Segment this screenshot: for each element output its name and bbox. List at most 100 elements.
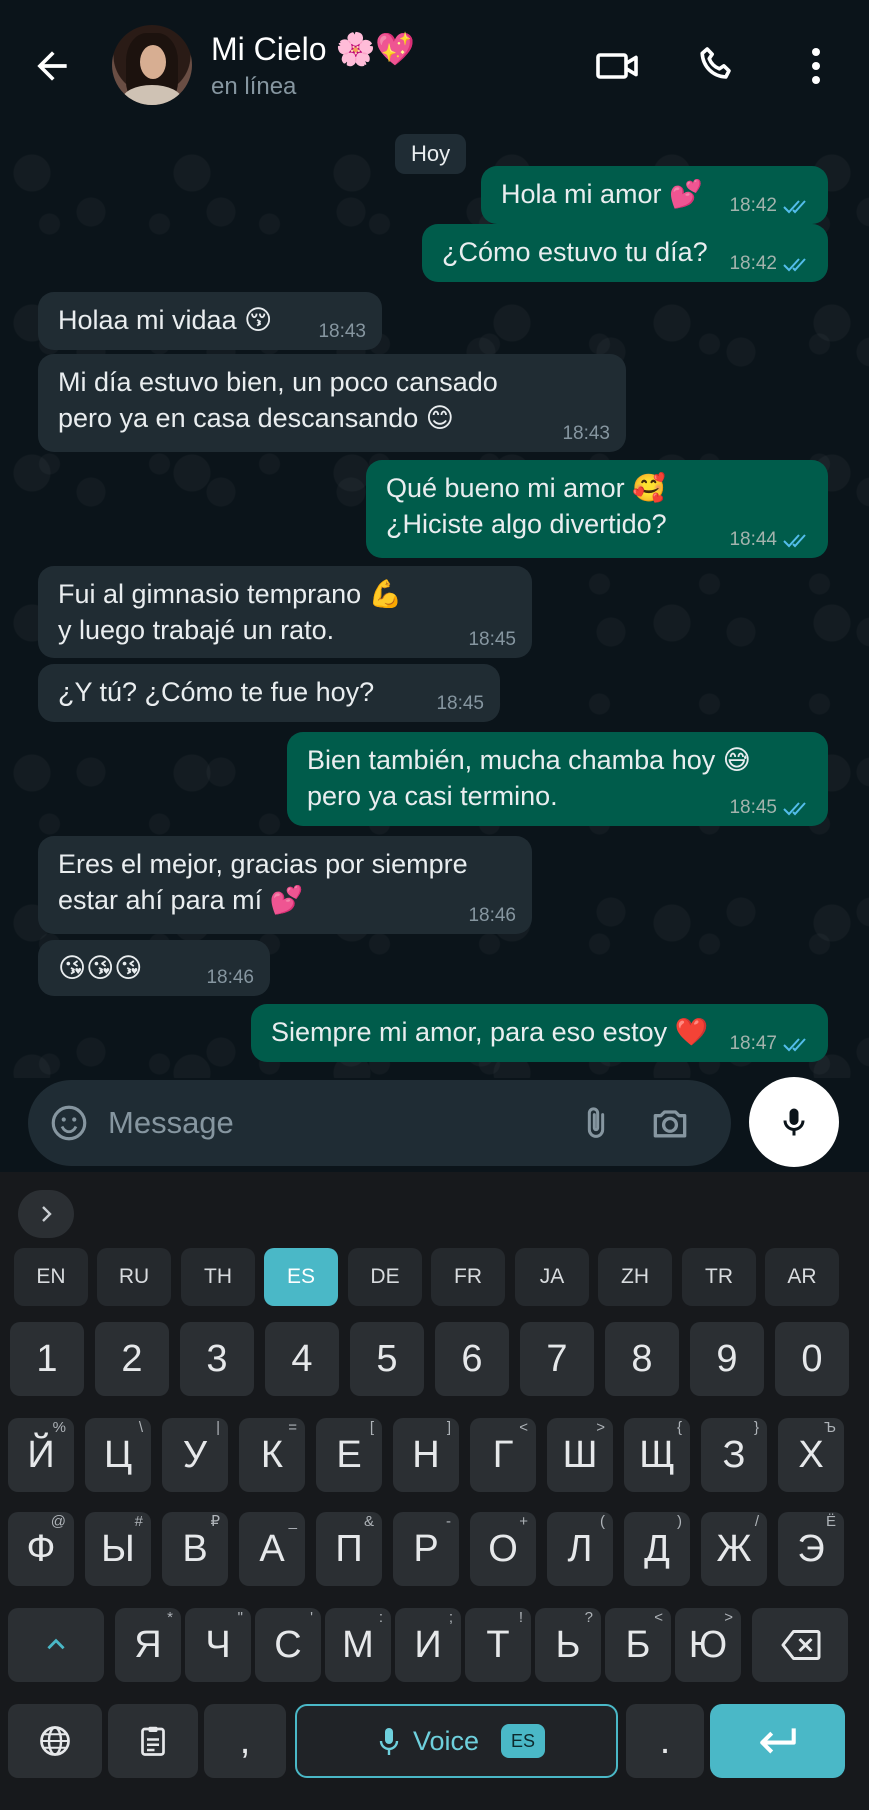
letter-key[interactable]: И; xyxy=(395,1608,461,1682)
letter-key[interactable]: З} xyxy=(701,1418,767,1492)
voice-input-key[interactable]: Voice ES xyxy=(295,1704,618,1778)
backspace-icon xyxy=(781,1630,821,1660)
message-bubble-in[interactable]: Holaa mi vidaa 😚 18:43 xyxy=(38,292,382,350)
letter-key[interactable]: Ю > xyxy=(675,1608,741,1682)
date-chip: Hoy xyxy=(395,134,467,174)
letter-key[interactable]: С ' xyxy=(255,1608,321,1682)
message-list[interactable]: Hoy Hola mi amor 💕 18:42 ¿Cómo estuvo tu… xyxy=(0,128,869,1078)
voice-label: Voice xyxy=(413,1726,480,1756)
toolbar-expand-button[interactable] xyxy=(18,1190,74,1238)
lang-key[interactable]: RU xyxy=(97,1248,171,1306)
back-arrow-icon[interactable] xyxy=(30,44,74,88)
lang-key-active[interactable]: ES xyxy=(264,1248,338,1306)
letter-key[interactable]: Т! xyxy=(465,1608,531,1682)
lang-key[interactable]: EN xyxy=(14,1248,88,1306)
key-4[interactable]: 4 xyxy=(265,1322,339,1396)
key-6[interactable]: 6 xyxy=(435,1322,509,1396)
lang-key[interactable]: TH xyxy=(181,1248,255,1306)
message-input[interactable]: Message xyxy=(108,1105,234,1141)
letter-key[interactable]: Е[ xyxy=(316,1418,382,1492)
letter-key[interactable]: Ц \ xyxy=(85,1418,151,1492)
letter-key[interactable]: Г < xyxy=(470,1418,536,1492)
voice-call-icon[interactable] xyxy=(694,42,742,90)
message-bubble-in[interactable]: ¿Y tú? ¿Cómo te fue hoy? 18:45 xyxy=(38,664,500,722)
key-3[interactable]: 3 xyxy=(180,1322,254,1396)
lang-key[interactable]: TR xyxy=(682,1248,756,1306)
comma-key[interactable]: , xyxy=(204,1704,286,1778)
attach-icon[interactable] xyxy=(576,1101,616,1145)
message-bubble-in[interactable]: Eres el mejor, gracias por siempre estar… xyxy=(38,836,532,934)
message-bubble-out[interactable]: ¿Cómo estuvo tu día? 18:42 xyxy=(422,224,828,282)
language-switch-key[interactable] xyxy=(8,1704,102,1778)
message-time: 18:46 xyxy=(468,905,516,926)
letter-key[interactable]: Л( xyxy=(547,1512,613,1586)
message-bubble-out[interactable]: Hola mi amor 💕 18:42 xyxy=(481,166,828,224)
letter-key[interactable]: П & xyxy=(316,1512,382,1586)
letter-key[interactable]: Ш > xyxy=(547,1418,613,1492)
key-1[interactable]: 1 xyxy=(10,1322,84,1396)
key-7[interactable]: 7 xyxy=(520,1322,594,1396)
message-time: 18:42 xyxy=(729,195,777,216)
letter-key[interactable]: В ₽ xyxy=(162,1512,228,1586)
chevron-right-icon xyxy=(42,1206,52,1222)
lang-key[interactable]: AR xyxy=(765,1248,839,1306)
lang-key[interactable]: DE xyxy=(348,1248,422,1306)
letter-key[interactable]: М: xyxy=(325,1608,391,1682)
message-composer[interactable]: Message xyxy=(28,1080,731,1166)
key-9[interactable]: 9 xyxy=(690,1322,764,1396)
letter-key[interactable]: Й% xyxy=(8,1418,74,1492)
enter-key[interactable] xyxy=(710,1704,845,1778)
key-5[interactable]: 5 xyxy=(350,1322,424,1396)
letter-key[interactable]: А _ xyxy=(239,1512,305,1586)
letter-key[interactable]: Я * xyxy=(115,1608,181,1682)
backspace-key[interactable] xyxy=(752,1608,848,1682)
letter-key[interactable]: ЭЁ xyxy=(778,1512,844,1586)
message-bubble-in[interactable]: Fui al gimnasio temprano 💪 y luego traba… xyxy=(38,566,532,658)
letter-key[interactable]: Д) xyxy=(624,1512,690,1586)
key-2[interactable]: 2 xyxy=(95,1322,169,1396)
message-bubble-out[interactable]: Siempre mi amor, para eso estoy ❤️ 18:47 xyxy=(251,1004,828,1062)
letter-key[interactable]: ХЪ xyxy=(778,1418,844,1492)
key-8[interactable]: 8 xyxy=(605,1322,679,1396)
avatar[interactable] xyxy=(112,25,192,105)
camera-icon[interactable] xyxy=(648,1101,692,1145)
letter-key[interactable]: У | xyxy=(162,1418,228,1492)
letter-key[interactable]: Ь? xyxy=(535,1608,601,1682)
message-text: Eres el mejor, gracias por siempre estar… xyxy=(58,849,468,915)
letter-key[interactable]: Ж / xyxy=(701,1512,767,1586)
letter-key[interactable]: Ы # xyxy=(85,1512,151,1586)
globe-icon xyxy=(40,1726,70,1756)
mic-icon xyxy=(783,1108,805,1136)
message-bubble-out[interactable]: Qué bueno mi amor 🥰 ¿Hiciste algo divert… xyxy=(366,460,828,558)
letter-key[interactable]: Р- xyxy=(393,1512,459,1586)
contact-status: en línea xyxy=(211,73,297,100)
read-ticks-icon xyxy=(783,802,806,816)
voice-message-button[interactable] xyxy=(749,1077,839,1167)
message-time: 18:44 xyxy=(729,529,777,550)
message-time: 18:46 xyxy=(206,967,254,988)
emoji-icon[interactable] xyxy=(48,1102,90,1144)
letter-key[interactable]: Б < xyxy=(605,1608,671,1682)
contact-name[interactable]: Mi Cielo 🌸💖 xyxy=(211,30,415,68)
letter-key[interactable]: О + xyxy=(470,1512,536,1586)
read-ticks-icon xyxy=(783,200,806,214)
video-call-icon[interactable] xyxy=(594,42,642,90)
period-key[interactable]: . xyxy=(626,1704,704,1778)
more-options-icon[interactable] xyxy=(792,42,840,90)
letter-key[interactable]: Ч " xyxy=(185,1608,251,1682)
letter-key[interactable]: Н] xyxy=(393,1418,459,1492)
chat-header: Mi Cielo 🌸💖 en línea xyxy=(0,0,869,128)
message-bubble-out[interactable]: Bien también, mucha chamba hoy 😅 pero ya… xyxy=(287,732,828,826)
letter-key[interactable]: Щ{ xyxy=(624,1418,690,1492)
letter-key[interactable]: Ф @ xyxy=(8,1512,74,1586)
clipboard-key[interactable] xyxy=(108,1704,198,1778)
shift-key[interactable] xyxy=(8,1608,104,1682)
lang-key[interactable]: JA xyxy=(515,1248,589,1306)
letter-key[interactable]: К = xyxy=(239,1418,305,1492)
lang-key[interactable]: ZH xyxy=(598,1248,672,1306)
message-bubble-in[interactable]: Mi día estuvo bien, un poco cansado pero… xyxy=(38,354,626,452)
key-0[interactable]: 0 xyxy=(775,1322,849,1396)
message-bubble-in[interactable]: 😘😘😘 18:46 xyxy=(38,940,270,996)
lang-key[interactable]: FR xyxy=(431,1248,505,1306)
message-time: 18:47 xyxy=(729,1033,777,1054)
